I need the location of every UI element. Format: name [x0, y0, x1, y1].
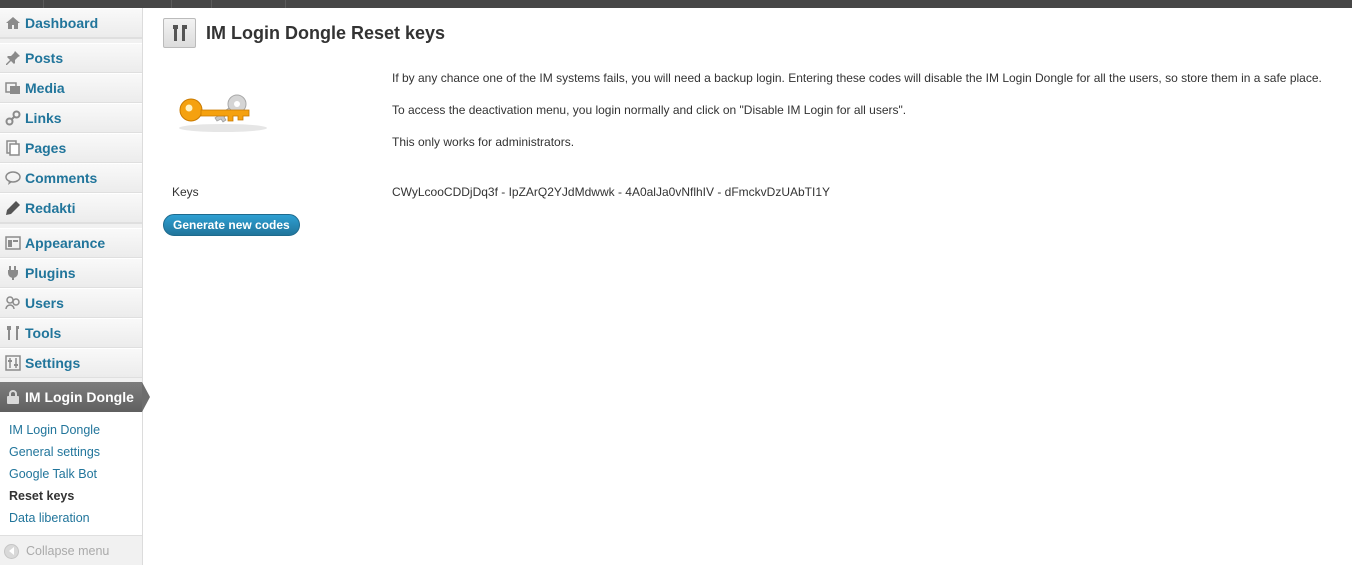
menu-item-redakti[interactable]: Redakti — [0, 193, 142, 223]
main-content: IM Login Dongle Reset keys If by any cha… — [163, 8, 1352, 565]
menu-label: Tools — [25, 325, 62, 341]
tools-icon — [4, 325, 22, 341]
menu-item-comments[interactable]: Comments — [0, 163, 142, 193]
menu-label: Comments — [25, 170, 98, 186]
menu-label: Plugins — [25, 265, 76, 281]
page-title: IM Login Dongle Reset keys — [206, 22, 446, 43]
submenu: IM Login Dongle General settings Google … — [0, 412, 142, 536]
tools-icon — [163, 18, 196, 48]
submenu-item-im-login-dongle[interactable]: IM Login Dongle — [0, 419, 142, 441]
keys-label: Keys — [172, 185, 199, 199]
comment-icon — [4, 170, 22, 186]
menu-item-media[interactable]: Media — [0, 73, 142, 103]
site-name-item[interactable] — [44, 0, 172, 8]
menu-label: Pages — [25, 140, 67, 156]
admin-sidebar: Dashboard Posts Media Links Pages Commen… — [0, 8, 150, 565]
wp-logo-icon[interactable] — [0, 0, 44, 8]
plug-icon — [4, 265, 22, 281]
settings-icon — [4, 355, 22, 371]
submenu-item-google-talk-bot[interactable]: Google Talk Bot — [0, 463, 142, 485]
description-paragraph: If by any chance one of the IM systems f… — [392, 71, 1322, 85]
menu-item-tools[interactable]: Tools — [0, 318, 142, 348]
keys-icon — [177, 90, 269, 134]
collapse-menu-button[interactable]: Collapse menu — [0, 536, 142, 565]
dashboard-icon — [4, 15, 22, 31]
menu-item-links[interactable]: Links — [0, 103, 142, 133]
link-icon — [4, 110, 22, 126]
pencil-icon — [4, 200, 22, 216]
menu-label: Settings — [25, 355, 81, 371]
pages-icon — [4, 140, 22, 156]
menu-item-pages[interactable]: Pages — [0, 133, 142, 163]
menu-label: Media — [25, 80, 65, 96]
menu-item-dashboard[interactable]: Dashboard — [0, 8, 142, 38]
menu-label: Links — [25, 110, 62, 126]
menu-item-posts[interactable]: Posts — [0, 43, 142, 73]
menu-label: Redakti — [25, 200, 76, 216]
admin-bar — [0, 0, 1352, 8]
menu-item-users[interactable]: Users — [0, 288, 142, 318]
pin-icon — [4, 50, 22, 66]
menu-label: Dashboard — [25, 15, 99, 31]
keys-value: CWyLcooCDDjDq3f - IpZArQ2YJdMdwwk - 4A0a… — [392, 185, 831, 199]
appearance-icon — [4, 235, 22, 251]
menu-label: IM Login Dongle — [25, 389, 134, 405]
menu-item-im-login-dongle[interactable]: IM Login Dongle — [0, 382, 150, 412]
description-paragraph: To access the deactivation menu, you log… — [392, 103, 907, 117]
lock-icon — [4, 389, 22, 405]
submenu-item-data-liberation[interactable]: Data liberation — [0, 507, 142, 529]
menu-item-settings[interactable]: Settings — [0, 348, 142, 378]
submenu-item-reset-keys[interactable]: Reset keys — [0, 485, 142, 507]
users-icon — [4, 295, 22, 311]
menu-item-appearance[interactable]: Appearance — [0, 228, 142, 258]
submenu-item-general-settings[interactable]: General settings — [0, 441, 142, 463]
menu-label: Users — [25, 295, 64, 311]
collapse-arrow-icon — [4, 543, 19, 559]
generate-new-codes-button[interactable]: Generate new codes — [163, 214, 300, 236]
new-content-item[interactable] — [212, 0, 286, 8]
menu-label: Posts — [25, 50, 64, 66]
page-header: IM Login Dongle Reset keys — [163, 18, 445, 48]
comments-item[interactable] — [172, 0, 212, 8]
collapse-menu-label: Collapse menu — [26, 544, 110, 558]
media-icon — [4, 80, 22, 96]
description-paragraph: This only works for administrators. — [392, 135, 575, 149]
menu-label: Appearance — [25, 235, 106, 251]
menu-item-plugins[interactable]: Plugins — [0, 258, 142, 288]
